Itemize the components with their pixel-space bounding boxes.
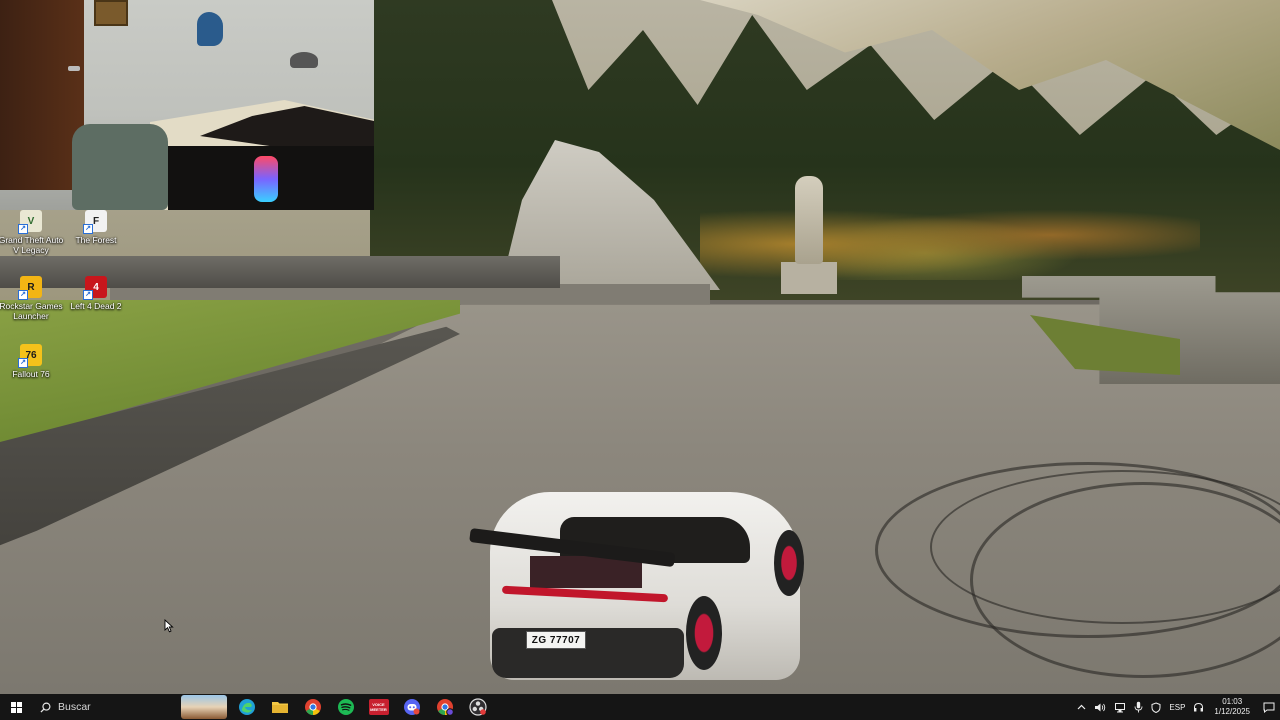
desktop-icon-label: Fallout 76: [12, 369, 50, 379]
taskbar-app-spotify[interactable]: [329, 694, 362, 720]
wallpaper-car-bumper: [492, 628, 684, 678]
webcam-overlay: [0, 0, 374, 210]
desktop-icon-left4dead2[interactable]: 4 ↗ Left 4 Dead 2: [62, 276, 130, 311]
left4dead2-icon-letter: 4: [93, 281, 99, 293]
tray-shield-icon[interactable]: [1151, 701, 1161, 713]
shortcut-arrow-icon: ↗: [18, 358, 28, 368]
taskbar-app-obs[interactable]: [461, 694, 494, 720]
taskbar: Buscar VOICE MEETER ESP 01:03 1/12/2025: [0, 694, 1280, 720]
desktop-icon-gta-v[interactable]: V ↗ Grand Theft Auto V Legacy: [0, 210, 65, 255]
desktop-icon-fallout76[interactable]: 76 ↗ Fallout 76: [0, 344, 65, 379]
volume-icon[interactable]: [1094, 702, 1106, 713]
windows-logo-icon: [10, 701, 22, 713]
taskbar-app-chrome[interactable]: [296, 694, 329, 720]
wallpaper-statue-base: [781, 262, 837, 294]
gta-v-icon: V ↗: [18, 210, 42, 234]
webcam-hanging-cap: [197, 12, 223, 46]
chrome-profile-icon: [436, 699, 454, 716]
language-indicator[interactable]: ESP: [1169, 703, 1185, 712]
network-icon[interactable]: [1114, 702, 1126, 713]
tray-show-hidden-icon[interactable]: [1077, 704, 1086, 710]
webcam-wall-lamp: [290, 52, 318, 68]
desktop-icon-label: The Forest: [75, 235, 117, 245]
mouse-cursor-icon: [164, 619, 174, 633]
gta-v-icon-letter: V: [27, 215, 35, 227]
fallout76-icon: 76 ↗: [18, 344, 42, 368]
taskbar-app-chrome-profile[interactable]: [428, 694, 461, 720]
rockstar-icon-letter: R: [27, 281, 35, 293]
desktop-icon-label: Left 4 Dead 2: [70, 301, 122, 311]
search-icon: [40, 702, 51, 713]
the-forest-icon: F ↗: [83, 210, 107, 234]
news-weather-icon: [181, 695, 227, 719]
discord-icon: [403, 699, 420, 715]
shortcut-arrow-icon: ↗: [83, 224, 93, 234]
wallpaper-autumn-trees: [700, 190, 1200, 280]
desktop-icon-rockstar-launcher[interactable]: R ↗ Rockstar Games Launcher: [0, 276, 65, 321]
shortcut-arrow-icon: ↗: [18, 224, 28, 234]
taskbar-app-discord[interactable]: [395, 694, 428, 720]
shortcut-arrow-icon: ↗: [83, 290, 93, 300]
rockstar-icon: R ↗: [18, 276, 42, 300]
shortcut-arrow-icon: ↗: [18, 290, 28, 300]
edge-icon: [238, 699, 255, 715]
clock-time: 01:03: [1222, 697, 1243, 706]
taskbar-app-file-explorer[interactable]: [263, 694, 296, 720]
webcam-chair: [72, 124, 168, 210]
webcam-rgb-speaker: [254, 156, 278, 202]
desktop-icon-label: Rockstar Games Launcher: [0, 301, 63, 321]
microphone-icon[interactable]: [1134, 701, 1143, 713]
notification-center-button[interactable]: [1258, 694, 1280, 720]
obs-icon: [468, 698, 487, 716]
wallpaper-car-wheel: [774, 530, 804, 596]
folder-icon: [271, 702, 288, 713]
notification-icon: [1263, 702, 1275, 713]
wallpaper-car-wheel: [686, 596, 722, 670]
voicemeeter-icon: VOICE MEETER: [368, 699, 389, 715]
taskbar-search-box[interactable]: Buscar: [32, 694, 178, 720]
desktop-icon-label: Grand Theft Auto V Legacy: [0, 235, 64, 255]
spotify-icon: [337, 699, 354, 715]
taskbar-clock[interactable]: 01:03 1/12/2025: [1214, 697, 1250, 717]
start-button[interactable]: [0, 694, 32, 720]
desktop-icon-the-forest[interactable]: F ↗ The Forest: [62, 210, 130, 245]
tray-headset-icon[interactable]: [1193, 702, 1204, 713]
taskbar-app-edge[interactable]: [230, 694, 263, 720]
webcam-wall-frame: [94, 0, 128, 26]
wallpaper-license-plate: ZG 77707: [526, 631, 586, 649]
taskbar-news-widget[interactable]: [178, 694, 230, 720]
wallpaper-statue: [795, 176, 823, 264]
search-placeholder: Buscar: [58, 701, 91, 713]
the-forest-icon-letter: F: [92, 215, 100, 227]
webcam-door-handle: [68, 66, 80, 71]
clock-date: 1/12/2025: [1214, 707, 1250, 716]
system-tray: ESP 01:03 1/12/2025: [1073, 694, 1280, 720]
taskbar-app-voicemeeter[interactable]: VOICE MEETER: [362, 694, 395, 720]
left4dead2-icon: 4 ↗: [83, 276, 107, 300]
chrome-icon: [304, 699, 321, 715]
